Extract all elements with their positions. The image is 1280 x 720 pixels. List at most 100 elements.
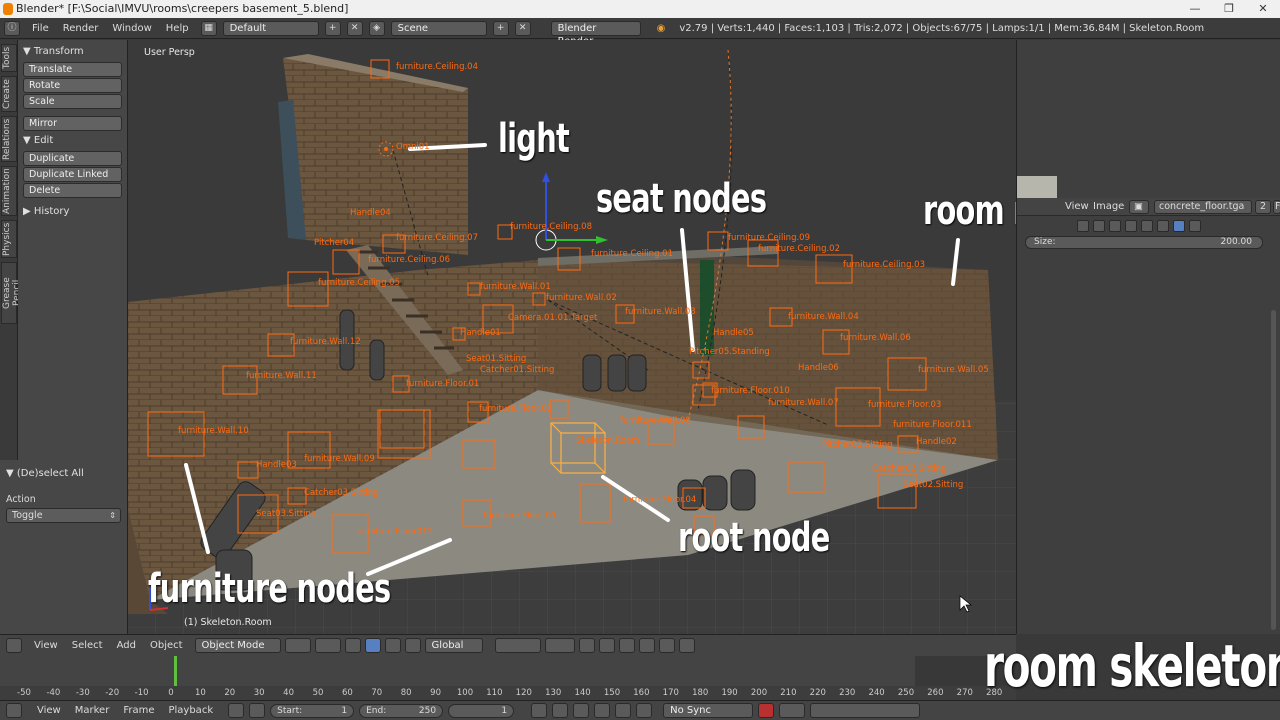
sync-dropdown[interactable]: No Sync bbox=[663, 703, 754, 718]
node-label[interactable]: Handle02 bbox=[916, 437, 957, 447]
node-label[interactable]: Handle04 bbox=[350, 208, 391, 218]
jump-start-icon[interactable] bbox=[531, 703, 548, 718]
material-context-icon[interactable] bbox=[1189, 220, 1201, 232]
keying-set-icon[interactable] bbox=[779, 703, 806, 718]
node-label[interactable]: furniture.Wall.04 bbox=[788, 312, 859, 322]
remove-layout-icon[interactable]: ✕ bbox=[346, 20, 363, 36]
record-toggle-icon[interactable] bbox=[228, 703, 245, 718]
transform-panel-header[interactable]: ▼ Transform bbox=[23, 44, 122, 60]
duplicate-button[interactable]: Duplicate bbox=[23, 151, 122, 166]
timeline-editor-icon[interactable] bbox=[6, 703, 22, 718]
node-label[interactable]: furniture.Wall.01 bbox=[480, 282, 551, 292]
layers-grid-icon-2[interactable] bbox=[544, 638, 575, 653]
node-label[interactable]: Handle03 bbox=[256, 460, 297, 470]
node-label[interactable]: furniture.Floor.05 bbox=[483, 511, 556, 521]
jump-end-icon[interactable] bbox=[636, 703, 653, 718]
node-label[interactable]: furniture.Wall.07 bbox=[768, 398, 839, 408]
operator-panel-header[interactable]: ▼ (De)select All bbox=[6, 466, 121, 482]
active-keying-set-field[interactable] bbox=[810, 703, 921, 718]
node-label[interactable]: furniture.Wall.08 bbox=[620, 416, 691, 426]
node-label[interactable]: furniture.Floor.01 bbox=[406, 379, 479, 389]
node-label[interactable]: furniture.Floor.011 bbox=[893, 420, 972, 430]
tab-animation[interactable]: Animation bbox=[1, 166, 17, 216]
node-label[interactable]: Catcher03.Sitting bbox=[304, 488, 378, 498]
menu-select[interactable]: Select bbox=[72, 640, 103, 651]
3d-viewport[interactable]: furniture.Ceiling.04 Omni01 Handle04 Pitche… bbox=[128, 40, 1016, 634]
manipulator-toggle-icon[interactable] bbox=[344, 638, 361, 653]
opengl-render-icon[interactable] bbox=[658, 638, 675, 653]
node-label[interactable]: furniture.Floor015 bbox=[356, 527, 433, 537]
translate-button[interactable]: Translate bbox=[23, 62, 122, 77]
node-label[interactable]: furniture.Ceiling.01 bbox=[591, 249, 673, 259]
minimize-button[interactable]: — bbox=[1178, 0, 1212, 18]
node-label[interactable]: Skeleton.Room bbox=[576, 436, 640, 446]
node-label[interactable]: furniture.Ceiling.06 bbox=[368, 255, 450, 265]
scene-field[interactable]: Scene bbox=[390, 20, 487, 36]
add-layout-icon[interactable]: + bbox=[324, 20, 341, 36]
menu-playback[interactable]: Playback bbox=[168, 705, 213, 716]
node-label[interactable]: furniture.Floor.02 bbox=[479, 404, 552, 414]
end-frame-field[interactable]: End: 250 bbox=[359, 703, 444, 718]
scale-manipulator-icon[interactable] bbox=[404, 638, 421, 653]
fake-user-button[interactable]: F bbox=[1273, 200, 1280, 214]
menu-marker[interactable]: Marker bbox=[75, 705, 110, 716]
node-label[interactable]: Pitcher04 bbox=[314, 238, 354, 248]
tab-grease-pencil[interactable]: Grease Pencil bbox=[1, 262, 22, 324]
maximize-button[interactable]: ❐ bbox=[1212, 0, 1246, 18]
rotate-button[interactable]: Rotate bbox=[23, 78, 122, 93]
node-label[interactable]: furniture.Wall.03 bbox=[625, 307, 696, 317]
tab-relations[interactable]: Relations bbox=[1, 116, 17, 162]
constraints-context-icon[interactable] bbox=[1157, 220, 1169, 232]
opengl-anim-icon[interactable] bbox=[678, 638, 695, 653]
menu-view-right[interactable]: View bbox=[1065, 201, 1089, 212]
mirror-button[interactable]: Mirror bbox=[23, 116, 122, 131]
node-label[interactable]: furniture.Wall.05 bbox=[918, 365, 989, 375]
node-label[interactable]: Handle06 bbox=[798, 363, 839, 373]
node-label[interactable]: Pitcher05.Standing bbox=[689, 347, 770, 357]
node-label[interactable]: furniture.Floor.010 bbox=[711, 386, 790, 396]
play-icon[interactable] bbox=[594, 703, 611, 718]
layers-context-icon[interactable] bbox=[1093, 220, 1105, 232]
node-label[interactable]: furniture.Wall.06 bbox=[840, 333, 911, 343]
render-engine-dropdown[interactable]: Blender Render bbox=[550, 20, 641, 47]
node-label[interactable]: Handle01 bbox=[460, 328, 501, 338]
node-label[interactable]: Omni01 bbox=[396, 142, 430, 152]
node-label[interactable]: Camera.01.01.Target bbox=[508, 313, 597, 323]
pivot-point-icon[interactable] bbox=[314, 638, 341, 653]
node-label[interactable]: furniture.Ceiling.04 bbox=[396, 62, 478, 72]
tab-physics[interactable]: Physics bbox=[1, 220, 17, 258]
tab-create[interactable]: Create bbox=[1, 76, 17, 112]
node-label[interactable]: furniture.Ceiling.09 bbox=[728, 233, 810, 243]
menu-image[interactable]: Image bbox=[1093, 201, 1124, 212]
close-button[interactable]: ✕ bbox=[1246, 0, 1280, 18]
jump-keyframe-back-icon[interactable] bbox=[552, 703, 569, 718]
node-label[interactable]: Seat01.Sitting bbox=[466, 354, 526, 364]
action-dropdown[interactable]: Toggle bbox=[6, 508, 121, 523]
rotate-manipulator-icon[interactable] bbox=[384, 638, 401, 653]
scene-icon[interactable]: ◈ bbox=[368, 20, 385, 36]
scale-button[interactable]: Scale bbox=[23, 94, 122, 109]
snap-element-icon[interactable] bbox=[638, 638, 655, 653]
data-context-icon[interactable] bbox=[1173, 220, 1185, 232]
node-label[interactable]: furniture.Ceiling.02 bbox=[758, 244, 840, 254]
node-label[interactable]: furniture.Ceiling.05 bbox=[318, 278, 400, 288]
orientation-dropdown[interactable]: Global bbox=[424, 638, 483, 653]
start-frame-field[interactable]: Start: 1 bbox=[270, 703, 355, 718]
render-context-icon[interactable] bbox=[1077, 220, 1089, 232]
node-label[interactable]: furniture.Ceiling.08 bbox=[510, 222, 592, 232]
edit-panel-header[interactable]: ▼ Edit bbox=[23, 133, 122, 149]
object-context-icon[interactable] bbox=[1141, 220, 1153, 232]
menu-render[interactable]: Render bbox=[63, 23, 99, 34]
menu-file[interactable]: File bbox=[32, 23, 49, 34]
screen-layout-field[interactable]: Default bbox=[222, 20, 319, 36]
node-label[interactable]: furniture.Floor.03 bbox=[868, 400, 941, 410]
node-label[interactable]: Pitcher02.Sitting bbox=[822, 440, 893, 450]
image-users-count[interactable]: 2 bbox=[1255, 200, 1271, 214]
image-name-field[interactable]: concrete_floor.tga bbox=[1154, 200, 1252, 214]
mode-dropdown[interactable]: Object Mode bbox=[194, 638, 281, 653]
current-frame-field[interactable]: 1 bbox=[448, 703, 515, 718]
3d-view-editor-icon[interactable] bbox=[6, 638, 22, 653]
history-panel-header[interactable]: ▶ History bbox=[23, 204, 122, 220]
layers-grid-icon[interactable] bbox=[494, 638, 541, 653]
delete-button[interactable]: Delete bbox=[23, 183, 122, 198]
